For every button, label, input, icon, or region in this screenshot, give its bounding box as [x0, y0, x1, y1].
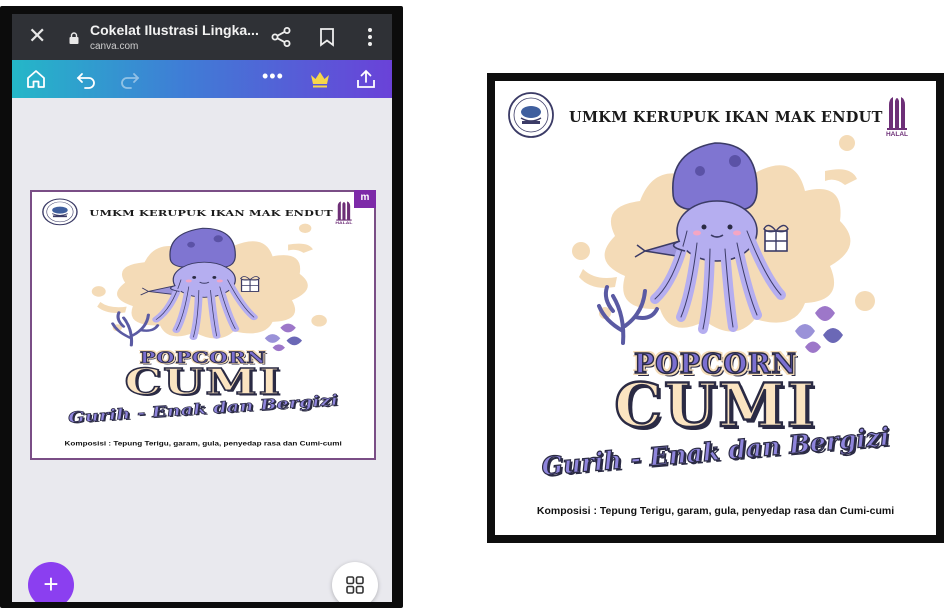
canva-toolbar: ••• — [12, 60, 392, 98]
design-preview-small: UMKM KERUPUK IKAN MAK ENDUT HALAL POPCOR… — [32, 192, 374, 458]
poster-canvas: UMKM KERUPUK IKAN MAK ENDUT HALAL POPCOR… — [495, 81, 936, 535]
phone-frame: ✕ Cokelat Ilustrasi Lingka... canva.com — [0, 6, 403, 608]
composition-text: Komposisi : Tepung Terigu, garam, gula, … — [64, 440, 342, 448]
design-canvas[interactable]: UMKM KERUPUK IKAN MAK ENDUT HALAL POPCOR… — [30, 190, 376, 460]
kebab-menu-icon[interactable] — [360, 26, 380, 48]
pages-grid-button[interactable] — [332, 562, 378, 602]
bookmark-icon[interactable] — [318, 27, 336, 47]
hearts-right — [795, 306, 843, 353]
home-icon[interactable] — [24, 67, 48, 91]
close-icon[interactable]: ✕ — [28, 25, 46, 47]
add-element-button[interactable]: + — [28, 562, 74, 602]
composition-text: Komposisi : Tepung Terigu, garam, gula, … — [536, 505, 895, 517]
crown-icon[interactable] — [308, 67, 332, 91]
phone-screen: ✕ Cokelat Ilustrasi Lingka... canva.com — [12, 14, 392, 602]
hearts-right — [264, 323, 303, 352]
poster-frame: UMKM KERUPUK IKAN MAK ENDUT HALAL POPCOR… — [487, 73, 944, 543]
upload-share-icon[interactable] — [354, 67, 378, 91]
page-url[interactable]: canva.com — [90, 41, 138, 52]
browser-bar: ✕ Cokelat Ilustrasi Lingka... canva.com — [12, 14, 392, 60]
collaborator-badge[interactable]: m — [354, 190, 376, 208]
undo-icon[interactable] — [74, 67, 98, 91]
grid-icon — [346, 576, 364, 594]
share-icon[interactable] — [270, 26, 292, 48]
more-options-icon[interactable]: ••• — [262, 66, 284, 87]
page-title: Cokelat Ilustrasi Lingka... — [90, 22, 259, 38]
redo-icon[interactable] — [118, 67, 142, 91]
screenshot-stage: ✕ Cokelat Ilustrasi Lingka... canva.com — [0, 0, 945, 608]
lock-icon — [69, 32, 79, 44]
design-preview-large: UMKM KERUPUK IKAN MAK ENDUT HALAL POPCOR… — [495, 81, 936, 535]
